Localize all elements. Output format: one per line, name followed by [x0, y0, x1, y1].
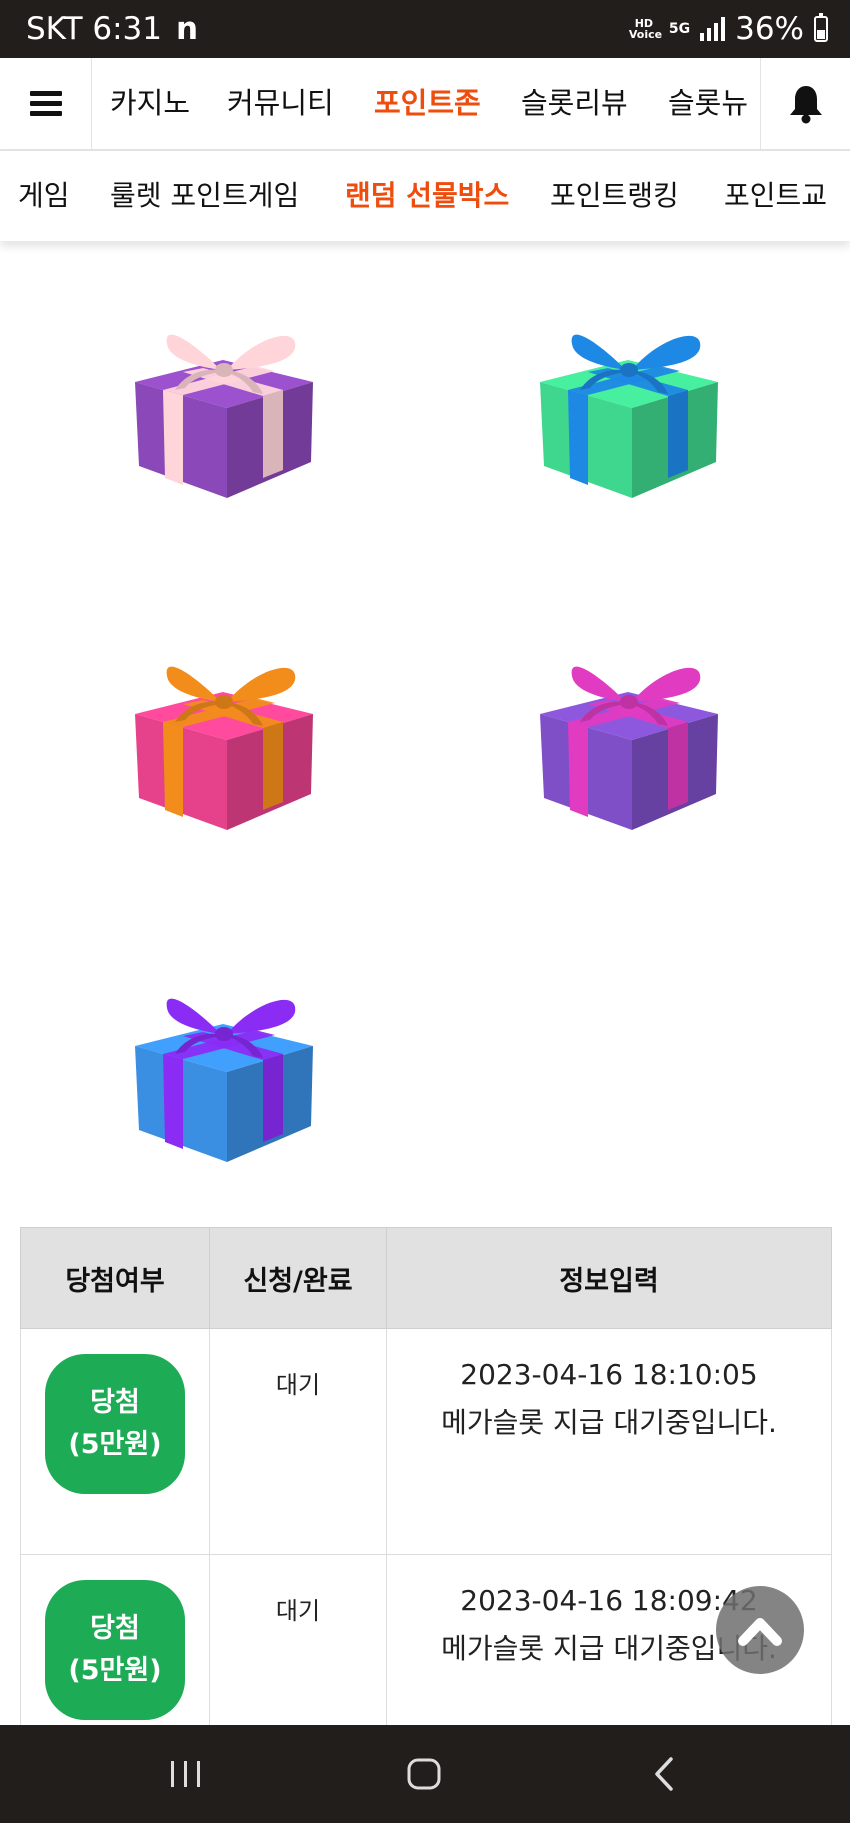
system-nav-bar: [0, 1725, 850, 1823]
win-badge[interactable]: 당첨 (5만원): [45, 1354, 185, 1494]
nav-item-point-zone[interactable]: 포인트존: [374, 58, 481, 149]
network-5g-icon: 5G: [668, 20, 691, 37]
nav-item-community[interactable]: 커뮤니티: [227, 58, 334, 149]
sub-nav-random-giftbox[interactable]: 랜덤 선물박스: [345, 151, 509, 241]
header-apply-complete: 신청/완료: [209, 1227, 387, 1329]
signal-icon: [700, 17, 726, 41]
win-badge-amount: (5만원): [68, 1655, 162, 1686]
home-icon: [407, 1758, 441, 1790]
sub-nav: 게임 룰렛 포인트게임 랜덤 선물박스 포인트랭킹 포인트교: [0, 151, 850, 241]
win-badge[interactable]: 당첨 (5만원): [45, 1580, 185, 1720]
table-header-row: 당첨여부 신청/완료 정보입력: [20, 1227, 832, 1329]
nav-item-slot-review[interactable]: 슬롯리뷰: [521, 58, 628, 149]
status-bar: SKT 6:31 n HD Voice 5G 36%: [0, 0, 850, 58]
table-row: 당첨 (5만원) 대기 2023-04-16 18:10:05 메가슬롯 지급 …: [20, 1328, 832, 1555]
back-button[interactable]: [604, 1725, 724, 1823]
win-badge-amount: (5만원): [68, 1429, 162, 1460]
sub-nav-game[interactable]: 게임: [18, 151, 70, 241]
carrier-time: SKT 6:31: [26, 11, 163, 47]
win-badge-label: 당첨: [90, 1387, 140, 1418]
gift-box-5[interactable]: [123, 966, 323, 1166]
chevron-up-icon: [738, 1618, 782, 1646]
back-icon: [655, 1757, 673, 1791]
gift-box-2[interactable]: [528, 302, 728, 502]
win-badge-label: 당첨: [90, 1613, 140, 1644]
battery-icon: [814, 13, 828, 42]
sub-nav-point-exchange[interactable]: 포인트교: [724, 151, 827, 241]
sub-nav-roulette[interactable]: 룰렛 포인트게임: [110, 151, 299, 241]
hd-voice-icon: HD Voice: [628, 17, 663, 41]
gift-box-1[interactable]: [123, 302, 323, 502]
nav-item-casino[interactable]: 카지노: [110, 58, 190, 149]
recent-apps-icon: [171, 1761, 200, 1787]
notification-button[interactable]: [760, 58, 850, 149]
battery-percent: 36%: [735, 11, 804, 47]
header-win-status: 당첨여부: [20, 1227, 210, 1329]
hamburger-menu-button[interactable]: [0, 58, 92, 149]
app-notification-icon: n: [176, 11, 199, 47]
main-nav: 카지노 커뮤니티 포인트존 슬롯리뷰 슬롯뉴: [0, 58, 850, 151]
gift-box-3[interactable]: [123, 634, 323, 834]
gift-box-4[interactable]: [528, 634, 728, 834]
result-table: 당첨여부 신청/완료 정보입력 당첨 (5만원) 대기 2023-04-16 1…: [20, 1227, 832, 1802]
status-cell: 대기: [209, 1328, 387, 1555]
header-info-input: 정보입력: [386, 1227, 832, 1329]
recent-apps-button[interactable]: [126, 1725, 246, 1823]
hamburger-icon: [29, 86, 62, 121]
nav-item-slot-news[interactable]: 슬롯뉴: [668, 58, 748, 149]
message-text: 메가슬롯 지급 대기중입니다.: [441, 1406, 777, 1439]
main-nav-items: 카지노 커뮤니티 포인트존 슬롯리뷰 슬롯뉴: [92, 58, 760, 149]
bell-icon: [789, 85, 822, 123]
home-button[interactable]: [364, 1725, 484, 1823]
sub-nav-point-ranking[interactable]: 포인트랭킹: [550, 151, 679, 241]
datetime-text: 2023-04-16 18:10:05: [460, 1358, 758, 1391]
scroll-top-button[interactable]: [716, 1586, 804, 1674]
